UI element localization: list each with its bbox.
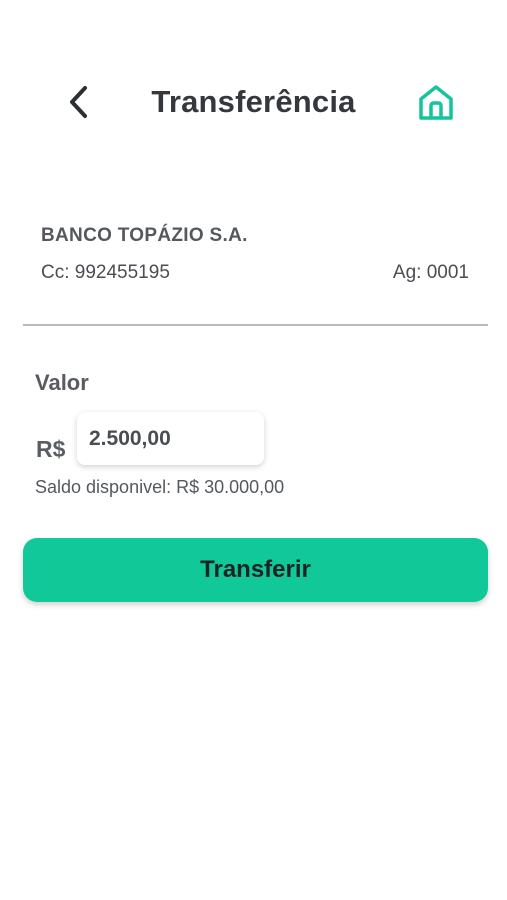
transfer-button[interactable]: Transferir bbox=[23, 538, 488, 602]
currency-prefix: R$ bbox=[36, 436, 66, 462]
transfer-screen: Transferência BANCO TOPÁZIO S.A. Cc: 992… bbox=[0, 0, 507, 900]
value-label: Valor bbox=[35, 370, 89, 395]
agency-number: Ag: 0001 bbox=[392, 262, 469, 283]
account-number: Cc: 992455195 bbox=[41, 262, 170, 283]
amount-input-container[interactable] bbox=[77, 412, 264, 465]
available-balance: Saldo disponivel: R$ 30.000,00 bbox=[35, 477, 285, 497]
home-button[interactable] bbox=[413, 80, 459, 124]
home-icon bbox=[419, 85, 453, 120]
amount-input[interactable] bbox=[89, 426, 264, 451]
bank-name: BANCO TOPÁZIO S.A. bbox=[41, 225, 248, 246]
account-details: Cc: 992455195 Ag: 0001 bbox=[41, 262, 469, 284]
divider bbox=[23, 324, 488, 326]
